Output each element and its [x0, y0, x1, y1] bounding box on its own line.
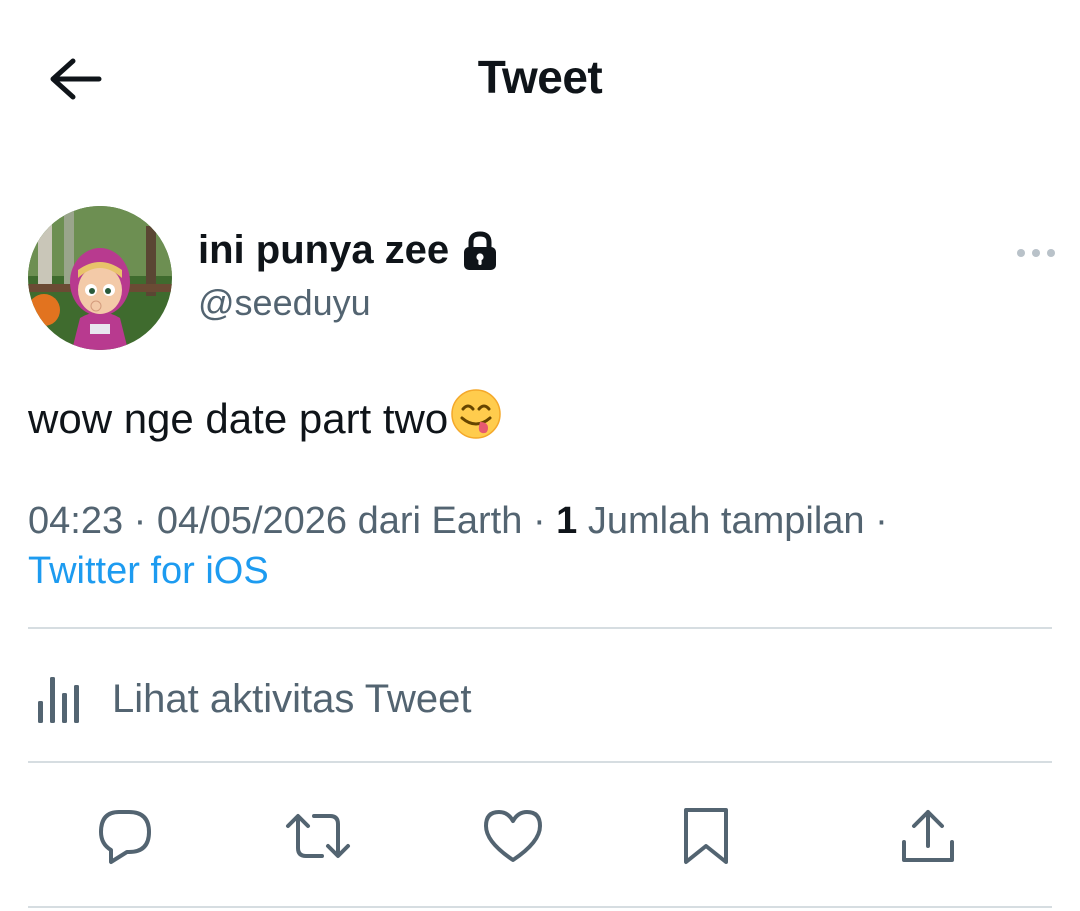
author-display-name[interactable]: ini punya zee [198, 228, 497, 273]
avatar[interactable] [28, 206, 172, 350]
retweet-button[interactable] [282, 800, 354, 872]
divider [28, 906, 1052, 908]
meta-separator: · [133, 500, 147, 542]
views-label: Jumlah tampilan [587, 500, 865, 542]
more-horizontal-icon [1017, 249, 1055, 257]
divider [28, 627, 1052, 629]
tweet-text: wow nge date part two [28, 388, 502, 450]
tweet-time: 04:23 [28, 500, 124, 542]
reply-icon [99, 810, 151, 864]
tweet-source-link[interactable]: Twitter for iOS [28, 550, 269, 593]
meta-separator: · [875, 500, 888, 542]
bookmark-button[interactable] [670, 800, 742, 872]
bookmark-icon [684, 808, 728, 864]
share-icon [902, 810, 954, 862]
bar-chart-icon [38, 677, 79, 723]
tweet-date: 04/05/2026 [156, 500, 348, 542]
display-name-text: ini punya zee [198, 228, 450, 272]
tweet-text-content: wow nge date part two [28, 395, 449, 442]
reply-button[interactable] [89, 800, 161, 872]
tweet-location: dari Earth [357, 500, 523, 542]
heart-icon [484, 810, 542, 862]
view-tweet-activity-button[interactable]: Lihat aktivitas Tweet [28, 664, 1052, 734]
like-button[interactable] [477, 800, 549, 872]
lock-icon [464, 230, 497, 270]
retweet-icon [286, 814, 350, 858]
tweet-detail-page: Tweet ini punya zee @seeduyu wow nge dat… [0, 0, 1080, 911]
author-handle: @seeduyu [198, 282, 371, 323]
more-options-button[interactable] [1010, 238, 1062, 268]
share-button[interactable] [892, 800, 964, 872]
views-count: 1 [556, 500, 578, 542]
page-title: Tweet [477, 51, 603, 103]
face-savoring-food-emoji [450, 388, 502, 450]
divider [28, 761, 1052, 763]
meta-separator: · [532, 500, 546, 542]
view-activity-label: Lihat aktivitas Tweet [112, 676, 472, 721]
tweet-meta: 04:23 · 04/05/2026 dari Earth · 1 Jumlah… [28, 500, 1048, 543]
